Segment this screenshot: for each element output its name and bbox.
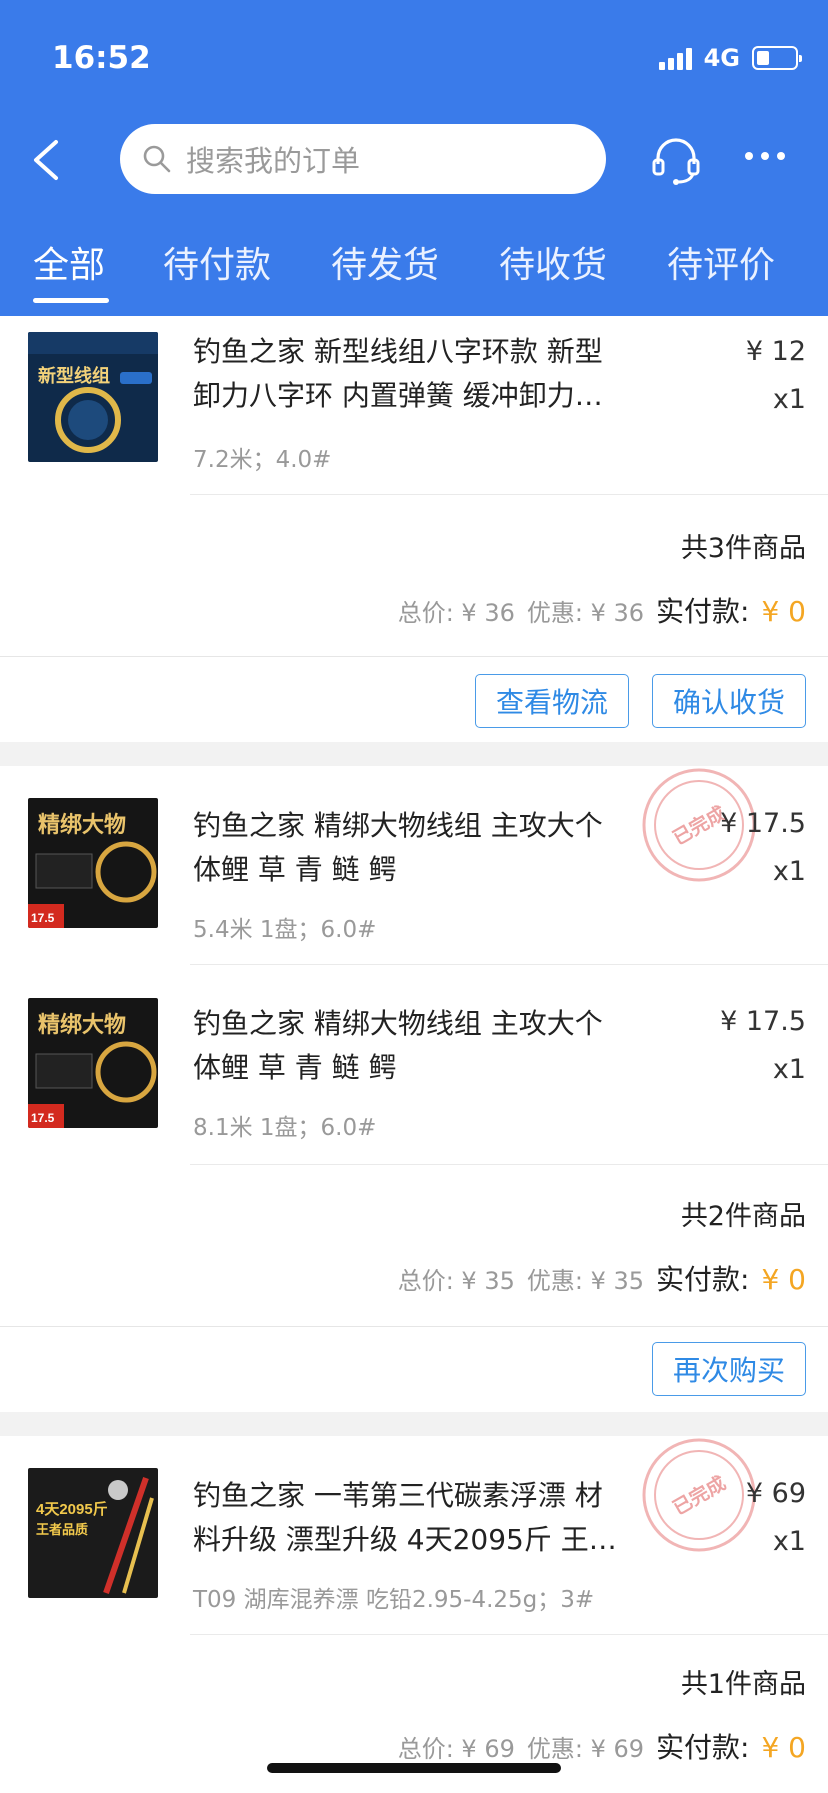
status-time: 16:52 (52, 40, 151, 76)
view-logistics-button[interactable]: 查看物流 (475, 674, 629, 728)
order-item[interactable]: 精绑大物 17.5 钓鱼之家 精绑大物线组 主攻大个 体鲤 草 青 鲢 鳄 8.… (0, 964, 828, 1164)
search-icon (143, 145, 171, 173)
confirm-receipt-button[interactable]: 确认收货 (652, 674, 806, 728)
product-title[interactable]: 钓鱼之家 新型线组八字环款 新型 卸力八字环 内置弹簧 缓冲卸力… (193, 330, 663, 418)
product-spec: 5.4米 1盘；6.0# (193, 917, 377, 943)
search-input[interactable]: 搜索我的订单 (120, 124, 606, 194)
svg-text:4天2095斤: 4天2095斤 (36, 1501, 108, 1518)
status-icons: 4G (658, 44, 802, 72)
home-indicator[interactable] (267, 1763, 561, 1773)
total-price: 总价: ¥ 36 (397, 599, 515, 627)
product-thumbnail: 新型线组 (28, 332, 158, 462)
more-options-icon[interactable] (745, 152, 785, 160)
product-thumbnail: 精绑大物 17.5 (28, 798, 158, 928)
paid-amount: ¥ 0 (761, 1263, 806, 1296)
product-qty: x1 (772, 1526, 806, 1557)
product-qty: x1 (772, 384, 806, 415)
product-spec: T09 湖库混养漂 吃铅2.95-4.25g；3# (193, 1587, 595, 1613)
product-qty: x1 (772, 856, 806, 887)
total-price: 总价: ¥ 35 (397, 1267, 515, 1295)
svg-text:精绑大物: 精绑大物 (38, 812, 126, 837)
title-line: 体鲤 草 青 鲢 鳄 (193, 853, 397, 886)
tab-pending-shipment[interactable]: 待发货 (331, 236, 439, 288)
title-line: 体鲤 草 青 鲢 鳄 (193, 1051, 397, 1084)
order-item[interactable]: 精绑大物 17.5 钓鱼之家 精绑大物线组 主攻大个 体鲤 草 青 鲢 鳄 5.… (0, 766, 828, 964)
product-title[interactable]: 钓鱼之家 精绑大物线组 主攻大个 体鲤 草 青 鲢 鳄 (193, 1002, 663, 1090)
tab-pending-review[interactable]: 待评价 (667, 236, 775, 288)
product-title[interactable]: 钓鱼之家 精绑大物线组 主攻大个 体鲤 草 青 鲢 鳄 (193, 804, 663, 892)
total-price: 总价: ¥ 69 (397, 1735, 515, 1763)
discount: 优惠: ¥ 69 (526, 1735, 645, 1763)
search-placeholder: 搜索我的订单 (186, 144, 361, 178)
product-thumbnail: 精绑大物 17.5 (28, 998, 158, 1128)
svg-text:新型线组: 新型线组 (38, 365, 110, 386)
product-qty: x1 (772, 1054, 806, 1085)
order-card[interactable]: 新型线组 钓鱼之家 新型线组八字环款 新型 卸力八字环 内置弹簧 缓冲卸力… 7… (0, 316, 828, 742)
svg-text:精绑大物: 精绑大物 (38, 1012, 126, 1037)
order-item[interactable]: 新型线组 钓鱼之家 新型线组八字环款 新型 卸力八字环 内置弹簧 缓冲卸力… 7… (0, 316, 828, 494)
order-card[interactable]: 已完成 4天2095斤 王者品质 钓鱼之家 一苇第三代碳素浮漂 材 料升级 漂型… (0, 1436, 828, 1793)
svg-text:王者品质: 王者品质 (36, 1522, 88, 1537)
product-price: ¥ 17.5 (720, 1006, 806, 1037)
tab-pending-receipt[interactable]: 待收货 (499, 236, 607, 288)
item-count: 共1件商品 (680, 1669, 806, 1700)
order-totals: 总价: ¥ 35 优惠: ¥ 35 实付款: ¥ 0 (398, 1258, 806, 1298)
back-arrow-icon[interactable] (26, 138, 66, 182)
buy-again-button[interactable]: 再次购买 (652, 1342, 806, 1396)
title-line: 钓鱼之家 精绑大物线组 主攻大个 (193, 1007, 603, 1040)
battery-icon (752, 46, 802, 70)
title-line: 钓鱼之家 新型线组八字环款 新型 (193, 335, 603, 368)
item-count: 共2件商品 (680, 1201, 806, 1232)
svg-text:17.5: 17.5 (31, 1111, 55, 1125)
order-totals: 总价: ¥ 36 优惠: ¥ 36 实付款: ¥ 0 (398, 590, 806, 630)
paid-amount: ¥ 0 (761, 595, 806, 628)
product-thumbnail: 4天2095斤 王者品质 (28, 1468, 158, 1598)
top-bar: 16:52 4G 搜索我的订单 全部 待付款 待发货 待收货 待评价 (0, 0, 828, 316)
product-spec: 7.2米；4.0# (193, 447, 332, 473)
discount: 优惠: ¥ 35 (526, 1267, 645, 1295)
paid-label: 实付款: (656, 1731, 750, 1764)
order-card[interactable]: 已完成 精绑大物 17.5 钓鱼之家 精绑大物线组 主攻大个 体鲤 草 青 鲢 … (0, 766, 828, 1412)
product-price: ¥ 12 (745, 336, 806, 367)
tab-all[interactable]: 全部 (33, 236, 105, 288)
title-line: 钓鱼之家 精绑大物线组 主攻大个 (193, 809, 603, 842)
tab-pending-payment[interactable]: 待付款 (163, 236, 271, 288)
signal-icon (658, 46, 692, 70)
product-spec: 8.1米 1盘；6.0# (193, 1115, 377, 1141)
title-line: 钓鱼之家 一苇第三代碳素浮漂 材 (193, 1479, 603, 1512)
order-item[interactable]: 4天2095斤 王者品质 钓鱼之家 一苇第三代碳素浮漂 材 料升级 漂型升级 4… (0, 1436, 828, 1622)
item-count: 共3件商品 (680, 533, 806, 564)
active-tab-indicator (33, 298, 109, 303)
paid-label: 实付款: (656, 1263, 750, 1296)
divider (0, 1326, 828, 1327)
divider (190, 1164, 828, 1165)
svg-text:17.5: 17.5 (31, 911, 55, 925)
order-totals: 总价: ¥ 69 优惠: ¥ 69 实付款: ¥ 0 (398, 1726, 806, 1766)
title-line: 卸力八字环 内置弹簧 缓冲卸力… (193, 379, 603, 412)
customer-service-icon[interactable] (650, 136, 702, 186)
product-title[interactable]: 钓鱼之家 一苇第三代碳素浮漂 材 料升级 漂型升级 4天2095斤 王… (193, 1474, 663, 1562)
divider (190, 494, 828, 495)
paid-label: 实付款: (656, 595, 750, 628)
divider (0, 656, 828, 657)
discount: 优惠: ¥ 36 (526, 599, 645, 627)
order-tabs: 全部 待付款 待发货 待收货 待评价 (0, 236, 828, 303)
network-type: 4G (703, 44, 740, 72)
divider (190, 1634, 828, 1635)
product-price: ¥ 17.5 (720, 808, 806, 839)
product-price: ¥ 69 (745, 1478, 806, 1509)
title-line: 料升级 漂型升级 4天2095斤 王… (193, 1523, 617, 1556)
paid-amount: ¥ 0 (761, 1731, 806, 1764)
